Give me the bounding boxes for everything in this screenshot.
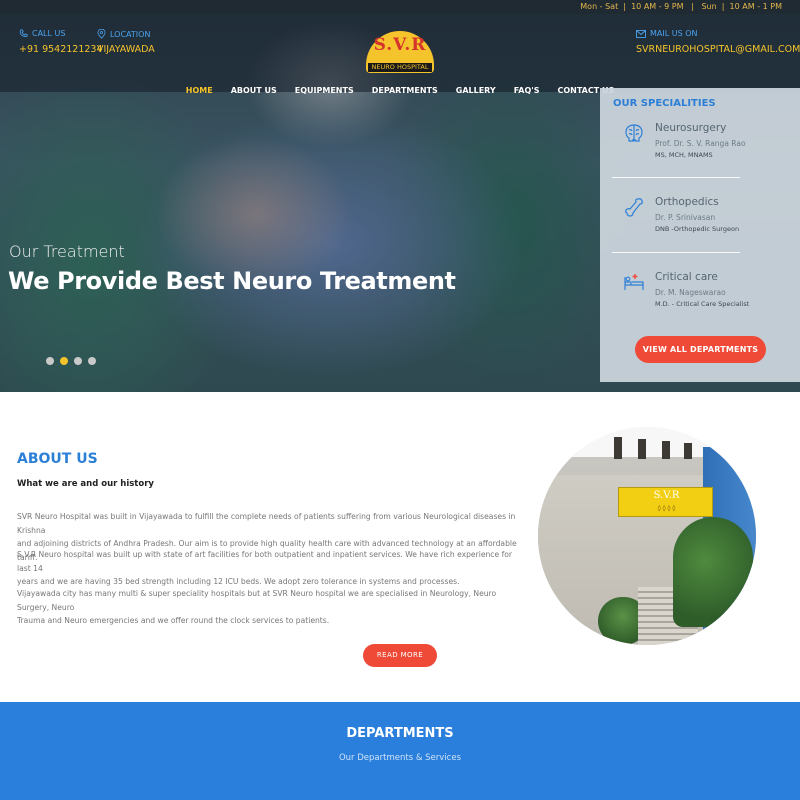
logo-text: S.V.R [373, 35, 427, 55]
brain-icon [623, 122, 645, 144]
read-more-button[interactable]: READ MORE [363, 644, 437, 667]
nav-about-us[interactable]: ABOUT US [222, 84, 286, 98]
slider-dots [46, 357, 96, 365]
about-title: ABOUT US [17, 451, 98, 467]
hospital-building-photo: S.V.R ◊ ◊ ◊ ◊ [538, 427, 756, 645]
hospital-logo[interactable]: S.V.R NEURO HOSPITAL [366, 31, 434, 73]
view-all-departments-button[interactable]: VIEW ALL DEPARTMENTS [635, 336, 766, 363]
speciality-name: Neurosurgery [655, 122, 727, 134]
slider-dot-4[interactable] [88, 357, 96, 365]
speciality-name: Orthopedics [655, 196, 719, 208]
speciality-critical-care[interactable]: Critical care Dr. M. Nageswarao M.D. - C… [600, 271, 800, 341]
bone-icon [623, 196, 645, 218]
location-value: VIJAYAWADA [97, 44, 155, 55]
phone-icon [19, 29, 28, 38]
divider [612, 252, 740, 253]
building-sign: S.V.R ◊ ◊ ◊ ◊ [618, 487, 713, 517]
mail-label: MAIL US ON [636, 29, 698, 38]
slider-dot-2[interactable] [60, 357, 68, 365]
logo-band: NEURO HOSPITAL [368, 63, 432, 72]
nav-gallery[interactable]: GALLERY [447, 84, 505, 98]
about-paragraph-2: S.V.R Neuro hospital was built up with s… [17, 550, 513, 586]
departments-subtitle: Our Departments & Services [338, 753, 461, 763]
slider-dot-1[interactable] [46, 357, 54, 365]
speciality-doctor: Dr. M. Nageswarao [655, 288, 726, 297]
hero-title: We Provide Best Neuro Treatment [8, 267, 456, 295]
opening-hours-bar: Mon - Sat | 10 AM - 9 PM | Sun | 10 AM -… [0, 0, 800, 14]
slider-dot-3[interactable] [74, 357, 82, 365]
speciality-degree: MS, MCH, MNAMS [655, 151, 713, 159]
speciality-degree: M.D. - Critical Care Specialist [655, 300, 750, 308]
nav-departments[interactable]: DEPARTMENTS [363, 84, 447, 98]
hero-subtitle: Our Treatment [9, 242, 125, 261]
speciality-degree: DNB -Orthopedic Surgeon [655, 225, 740, 233]
nav-equipments[interactable]: EQUIPMENTS [286, 84, 363, 98]
speciality-orthopedics[interactable]: Orthopedics Dr. P. Srinivasan DNB -Ortho… [600, 196, 800, 266]
call-us-label: CALL US [19, 29, 65, 38]
departments-title: DEPARTMENTS [346, 726, 454, 741]
speciality-doctor: Dr. P. Srinivasan [655, 213, 716, 222]
mail-icon [636, 29, 646, 38]
page: Mon - Sat | 10 AM - 9 PM | Sun | 10 AM -… [0, 0, 800, 800]
speciality-neurosurgery[interactable]: Neurosurgery Prof. Dr. S. V. Ranga Rao M… [600, 122, 800, 192]
location-pin-icon [97, 29, 106, 39]
specialities-title: OUR SPECIALITIES [613, 98, 716, 109]
phone-number[interactable]: +91 9542121234 [19, 44, 103, 55]
hospital-bed-icon [623, 271, 645, 293]
divider [612, 177, 740, 178]
location-label: LOCATION [97, 29, 150, 39]
nav-faqs[interactable]: FAQ'S [505, 84, 549, 98]
about-subtitle: What we are and our history [17, 479, 154, 489]
about-paragraph-3: Vijayawada city has many multi & super s… [17, 589, 497, 625]
speciality-name: Critical care [655, 271, 718, 283]
speciality-doctor: Prof. Dr. S. V. Ranga Rao [655, 139, 746, 148]
departments-section: DEPARTMENTS Our Departments & Services [0, 702, 800, 800]
email-address[interactable]: SVRNEUROHOSPITAL@GMAIL.COM [636, 44, 800, 55]
nav-home[interactable]: HOME [177, 84, 222, 98]
